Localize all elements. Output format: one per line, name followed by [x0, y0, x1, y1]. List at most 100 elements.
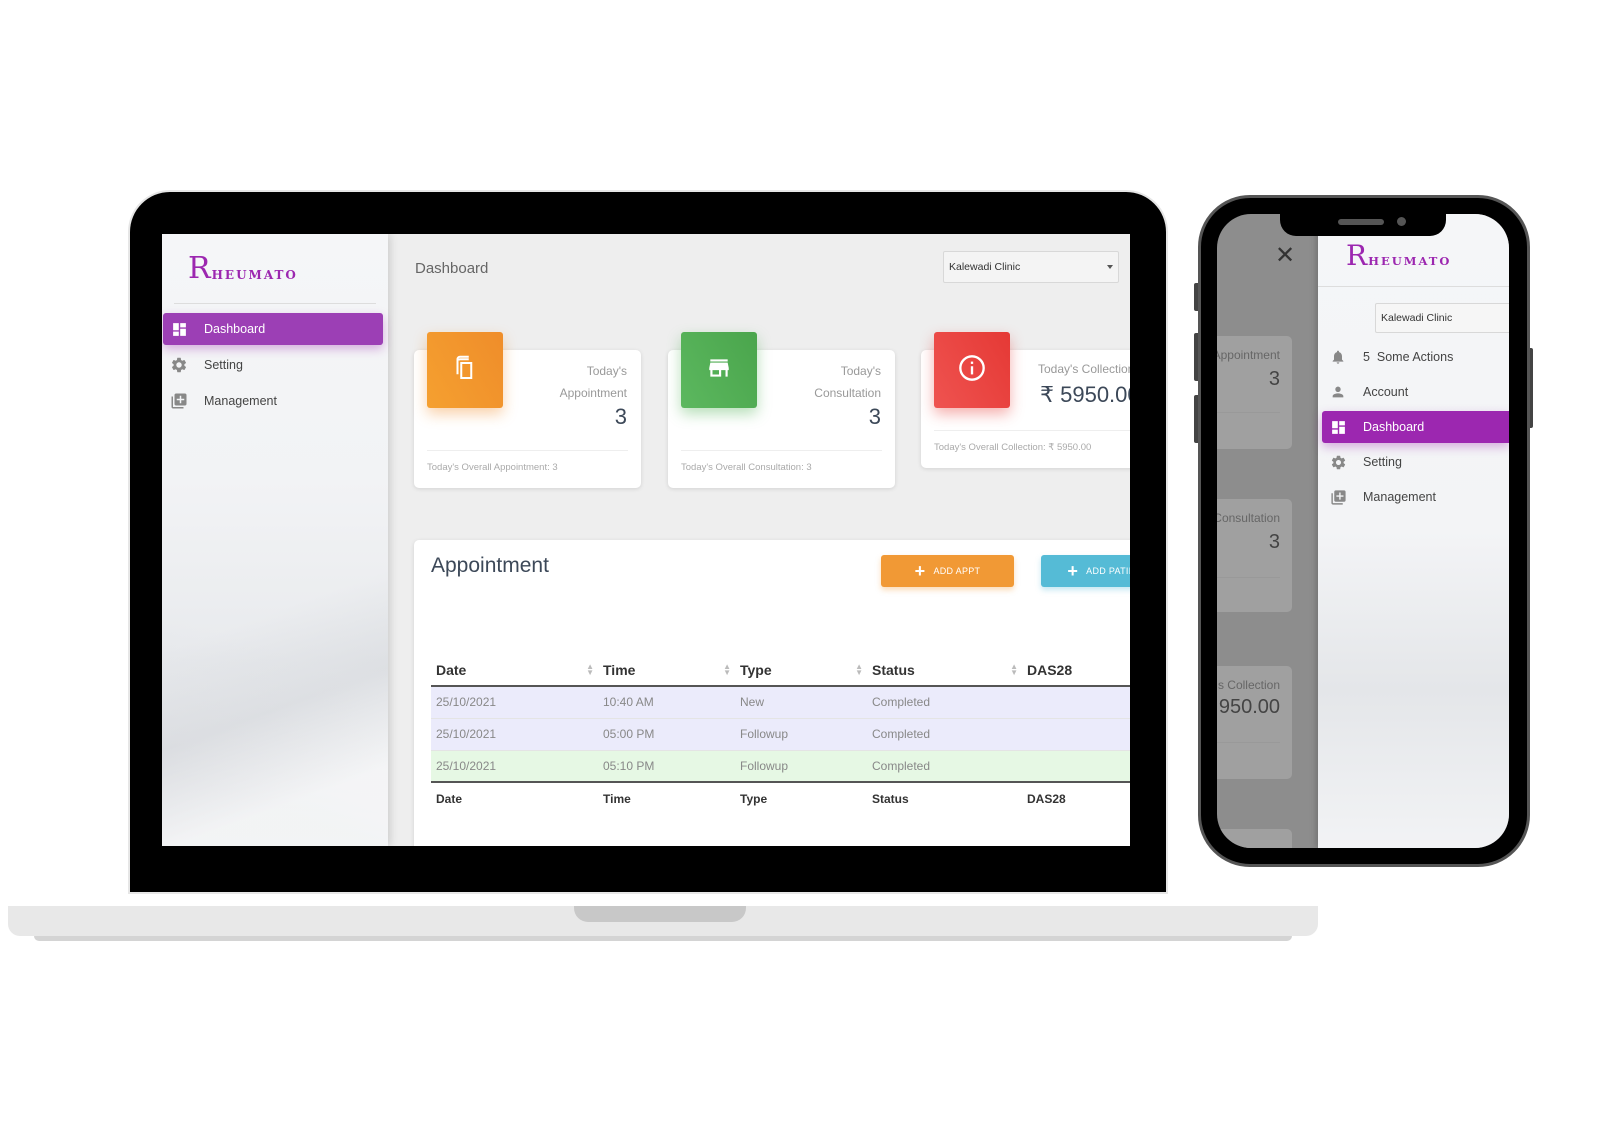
sidebar-item-label: Setting: [204, 358, 243, 372]
sidebar-nav: Dashboard Setting Management: [162, 313, 388, 421]
table-row[interactable]: 25/10/2021 05:10 PM Followup Completed: [431, 750, 1130, 783]
stat-value: 3: [614, 404, 627, 429]
sort-icon[interactable]: ▲ ▼: [723, 663, 731, 677]
logo-initial: R: [1346, 239, 1368, 272]
cell-type: Followup: [735, 718, 867, 751]
column-header-time[interactable]: Time ▲ ▼: [598, 654, 735, 686]
clinic-select[interactable]: Kalewadi Clinic: [943, 251, 1119, 283]
mobile-nav-label: Setting: [1363, 455, 1402, 469]
mobile-nav-item-actions[interactable]: 5 Some Actions: [1318, 341, 1509, 373]
table-row[interactable]: 25/10/2021 10:40 AM New Completed: [431, 686, 1130, 719]
footer-date: Date: [436, 791, 463, 806]
stat-value: 3: [868, 404, 881, 429]
stat-label: Today's Collection: [1038, 362, 1130, 376]
footer-status: Status: [872, 791, 909, 806]
stat-card-collection: Today's Collection ₹ 5950.00 Today's Ove…: [921, 332, 1130, 468]
mobile-app-screen: ✕ Appointment 3 Consultation 3 s Collect…: [1217, 214, 1509, 848]
footer-das28: DAS28: [1027, 791, 1066, 806]
bell-icon: [1329, 348, 1347, 366]
mobile-nav-label: Management: [1363, 490, 1436, 504]
sidebar-item-dashboard[interactable]: Dashboard: [163, 313, 383, 345]
main-content: Dashboard Kalewadi Clinic Today's Appoin…: [388, 234, 1130, 846]
mobile-stat-card-appointment: Appointment 3: [1217, 336, 1292, 449]
sidebar-item-label: Management: [204, 394, 277, 408]
laptop-base-shadow: [34, 936, 1292, 941]
footer-type: Type: [740, 791, 768, 806]
mobile-nav-label: Dashboard: [1363, 420, 1425, 434]
appointment-table: Date ▲ ▼ Time ▲ ▼ Type ▲ ▼ Status ▲ ▼ DAS28 25/1…: [431, 654, 1130, 814]
sort-icon[interactable]: ▲ ▼: [855, 663, 863, 677]
brand-logo[interactable]: R HEUMATO: [188, 254, 298, 284]
sort-icon[interactable]: ▲ ▼: [586, 663, 594, 677]
cell-status: Completed: [867, 686, 1022, 719]
appointment-card: Appointment + ADD APPT + ADD PATIENT Dat…: [414, 540, 1130, 846]
sidebar-item-label: Dashboard: [204, 322, 266, 336]
phone-camera: [1397, 217, 1406, 226]
close-icon[interactable]: ✕: [1275, 244, 1295, 268]
column-header-type[interactable]: Type ▲ ▼: [735, 654, 867, 686]
table-row[interactable]: 25/10/2021 05:00 PM Followup Completed: [431, 718, 1130, 751]
library-add-icon: [170, 392, 188, 410]
mobile-brand-logo[interactable]: R HEUMATO: [1346, 242, 1451, 270]
dashboard-icon: [170, 320, 188, 338]
caret-down-icon: [1107, 265, 1113, 269]
column-header-das28[interactable]: DAS28: [1022, 654, 1130, 686]
stat-value: ₹ 5950.00: [1040, 382, 1130, 407]
add-appointment-button[interactable]: + ADD APPT: [881, 555, 1014, 587]
cell-status: Completed: [867, 750, 1022, 783]
store-icon: [706, 355, 732, 386]
mobile-stat-card-consultation: Consultation 3: [1217, 499, 1292, 612]
cell-date: 25/10/2021: [431, 718, 598, 751]
logo-text: HEUMATO: [211, 268, 298, 282]
cell-date: 25/10/2021: [431, 750, 598, 783]
cell-type: New: [735, 686, 867, 719]
mobile-nav-item-setting[interactable]: Setting: [1318, 446, 1509, 478]
table-footer-row: Date Time Type Status DAS28: [431, 782, 1130, 814]
stat-card-appointment: Today's Appointment 3 Today's Overall Ap…: [414, 332, 641, 488]
stat-card-consultation: Today's Consultation 3 Today's Overall C…: [668, 332, 895, 488]
mobile-stat-card-collection: s Collection 950.00: [1217, 666, 1292, 779]
mobile-clinic-select[interactable]: Kalewadi Clinic: [1375, 303, 1509, 333]
logo-text: HEUMATO: [1368, 254, 1452, 268]
gear-icon: [170, 356, 188, 374]
gear-icon: [1329, 453, 1347, 471]
stat-divider: [681, 450, 882, 451]
add-patient-button[interactable]: + ADD PATIENT: [1041, 555, 1130, 587]
sidebar-divider: [174, 303, 376, 304]
mobile-nav-item-account[interactable]: Account: [1318, 376, 1509, 408]
sidebar-item-setting[interactable]: Setting: [163, 349, 383, 381]
person-icon: [1329, 383, 1347, 401]
stat-icon-box: [427, 332, 503, 408]
copy-icon: [450, 353, 480, 388]
laptop-notch: [574, 906, 746, 922]
page-title: Dashboard: [415, 260, 489, 277]
mobile-nav: 5 Some Actions Account Dashboard Setting: [1318, 341, 1509, 516]
mobile-nav-item-management[interactable]: Management: [1318, 481, 1509, 513]
cell-das28: [1022, 686, 1130, 719]
column-header-status[interactable]: Status ▲ ▼: [867, 654, 1022, 686]
clinic-select-value: Kalewadi Clinic: [949, 261, 1021, 273]
mobile-stat-card-partial: [1217, 829, 1292, 848]
stat-footer: Today's Overall Collection: ₹ 5950.00: [934, 442, 1092, 453]
plus-icon: +: [914, 561, 926, 581]
stat-divider: [427, 450, 628, 451]
info-icon: [958, 354, 986, 387]
cell-das28: [1022, 718, 1130, 751]
cell-time: 05:10 PM: [598, 750, 735, 783]
stat-divider: [934, 430, 1130, 431]
column-header-date[interactable]: Date ▲ ▼: [431, 654, 598, 686]
cell-das28: [1022, 750, 1130, 783]
logo-initial: R: [188, 251, 211, 286]
sidebar: R HEUMATO Dashboard Setting Management: [162, 234, 388, 846]
cell-type: Followup: [735, 750, 867, 783]
stat-footer: Today's Overall Consultation: 3: [681, 462, 812, 473]
table-header-row: Date ▲ ▼ Time ▲ ▼ Type ▲ ▼ Status ▲ ▼ DAS28: [431, 654, 1130, 686]
mobile-nav-item-dashboard[interactable]: Dashboard: [1322, 411, 1509, 443]
sort-icon[interactable]: ▲ ▼: [1010, 663, 1018, 677]
stat-label: Today's Consultation: [814, 364, 881, 400]
footer-time: Time: [603, 791, 631, 806]
stat-footer: Today's Overall Appointment: 3: [427, 462, 558, 473]
mobile-nav-label: 5 Some Actions: [1363, 350, 1454, 364]
sidebar-item-management[interactable]: Management: [163, 385, 383, 417]
library-add-icon: [1329, 488, 1347, 506]
